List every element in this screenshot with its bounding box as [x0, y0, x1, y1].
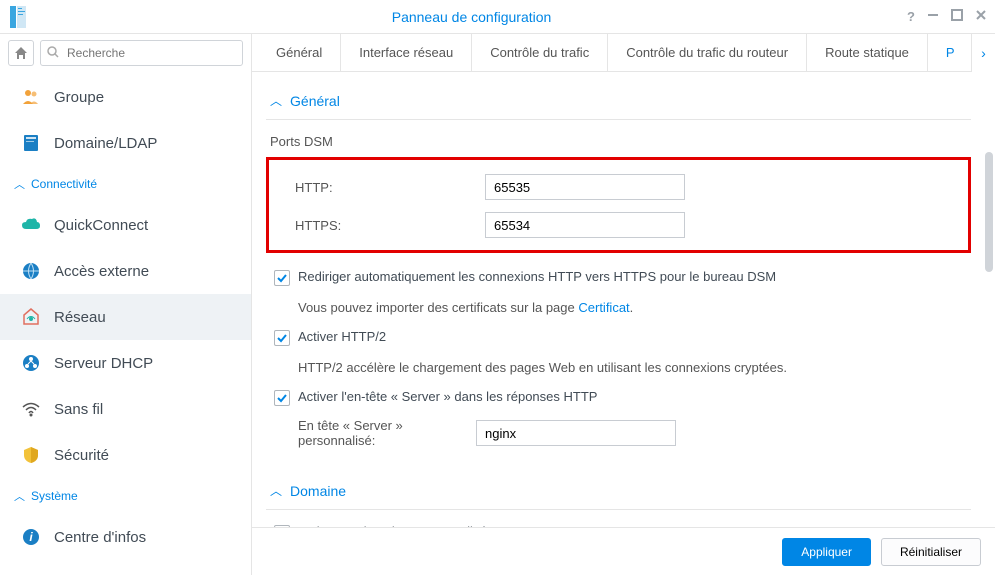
- tab-network-interface[interactable]: Interface réseau: [341, 34, 472, 71]
- shield-icon: [20, 444, 42, 466]
- chevron-up-icon: ︿: [14, 488, 25, 504]
- redirect-https-checkbox[interactable]: [274, 270, 290, 286]
- sidebar-item-wireless[interactable]: Sans fil: [0, 386, 251, 432]
- scrollbar-vertical[interactable]: [985, 152, 993, 272]
- sidebar-item-label: Groupe: [54, 89, 104, 106]
- help-icon[interactable]: ?: [907, 9, 915, 24]
- info-icon: i: [20, 526, 42, 548]
- custom-domain-label: Activer un domaine personnalisé: [298, 524, 487, 527]
- book-icon: [20, 132, 42, 154]
- footer: Appliquer Réinitialiser: [252, 527, 995, 575]
- tabs: Général Interface réseau Contrôle du tra…: [252, 34, 995, 72]
- sidebar-item-domain-ldap[interactable]: Domaine/LDAP: [0, 120, 251, 166]
- sidebar-item-label: Centre d'infos: [54, 529, 146, 546]
- http-label: HTTP:: [295, 180, 485, 195]
- chevron-up-icon: ︿: [270, 482, 282, 499]
- apply-button[interactable]: Appliquer: [782, 538, 871, 566]
- sidebar-item-security[interactable]: Sécurité: [0, 432, 251, 478]
- sidebar-item-label: QuickConnect: [54, 217, 148, 234]
- sidebar-item-label: Sécurité: [54, 447, 109, 464]
- chevron-up-icon: ︿: [14, 176, 25, 192]
- ports-dsm-label: Ports DSM: [266, 128, 971, 155]
- content: Général Interface réseau Contrôle du tra…: [252, 34, 995, 575]
- sidebar-section-connectivity[interactable]: ︿ Connectivité: [0, 166, 251, 202]
- minimize-icon[interactable]: [927, 9, 939, 24]
- server-custom-input[interactable]: [476, 420, 676, 446]
- sidebar-item-network[interactable]: Réseau: [0, 294, 251, 340]
- reset-button[interactable]: Réinitialiser: [881, 538, 981, 566]
- group-icon: [20, 86, 42, 108]
- server-header-checkbox[interactable]: [274, 390, 290, 406]
- ports-highlight-box: HTTP: HTTPS:: [266, 157, 971, 253]
- custom-domain-checkbox[interactable]: [274, 525, 290, 527]
- http-port-input[interactable]: [485, 174, 685, 200]
- server-custom-label: En tête « Server » personnalisé:: [298, 418, 476, 448]
- tab-router-traffic[interactable]: Contrôle du trafic du routeur: [608, 34, 807, 71]
- sidebar-item-label: Serveur DHCP: [54, 355, 153, 372]
- tab-partial[interactable]: P: [928, 34, 973, 71]
- section-general-header[interactable]: ︿ Général: [266, 82, 971, 120]
- window-title: Panneau de configuration: [36, 9, 907, 25]
- sidebar-item-group[interactable]: Groupe: [0, 74, 251, 120]
- home-button[interactable]: [8, 40, 34, 66]
- close-icon[interactable]: [975, 9, 987, 24]
- wifi-icon: [20, 398, 42, 420]
- server-header-label: Activer l'en-tête « Server » dans les ré…: [298, 389, 597, 404]
- cloud-icon: [20, 214, 42, 236]
- redirect-https-label: Rediriger automatiquement les connexions…: [298, 269, 776, 284]
- http2-description: HTTP/2 accélère le chargement des pages …: [266, 352, 971, 383]
- sidebar-item-label: Réseau: [54, 309, 106, 326]
- scroll-tabs-right-button[interactable]: ›: [971, 34, 995, 72]
- sidebar-item-label: Accès externe: [54, 263, 149, 280]
- dhcp-icon: [20, 352, 42, 374]
- section-domain-header[interactable]: ︿ Domaine: [266, 472, 971, 510]
- sidebar-item-info-center[interactable]: i Centre d'infos: [0, 514, 251, 560]
- sidebar-item-label: Domaine/LDAP: [54, 135, 157, 152]
- sidebar-item-external-access[interactable]: Accès externe: [0, 248, 251, 294]
- globe-icon: [20, 260, 42, 282]
- app-icon: [8, 5, 28, 29]
- chevron-up-icon: ︿: [270, 92, 282, 109]
- tab-general[interactable]: Général: [258, 34, 341, 71]
- tab-traffic-control[interactable]: Contrôle du trafic: [472, 34, 608, 71]
- sidebar-item-quickconnect[interactable]: QuickConnect: [0, 202, 251, 248]
- search-input[interactable]: [40, 40, 243, 66]
- maximize-icon[interactable]: [951, 9, 963, 24]
- sidebar-item-dhcp[interactable]: Serveur DHCP: [0, 340, 251, 386]
- sidebar-section-system[interactable]: ︿ Système: [0, 478, 251, 514]
- cert-hint: Vous pouvez importer des certificats sur…: [266, 292, 971, 323]
- titlebar: Panneau de configuration ?: [0, 0, 995, 34]
- certificate-link[interactable]: Certificat: [578, 300, 629, 315]
- http2-checkbox[interactable]: [274, 330, 290, 346]
- sidebar-item-label: Sans fil: [54, 401, 103, 418]
- https-label: HTTPS:: [295, 218, 485, 233]
- search-icon: [46, 45, 60, 62]
- http2-label: Activer HTTP/2: [298, 329, 386, 344]
- sidebar: Groupe Domaine/LDAP ︿ Connectivité Quick…: [0, 34, 252, 575]
- https-port-input[interactable]: [485, 212, 685, 238]
- tab-static-route[interactable]: Route statique: [807, 34, 928, 71]
- network-icon: [20, 306, 42, 328]
